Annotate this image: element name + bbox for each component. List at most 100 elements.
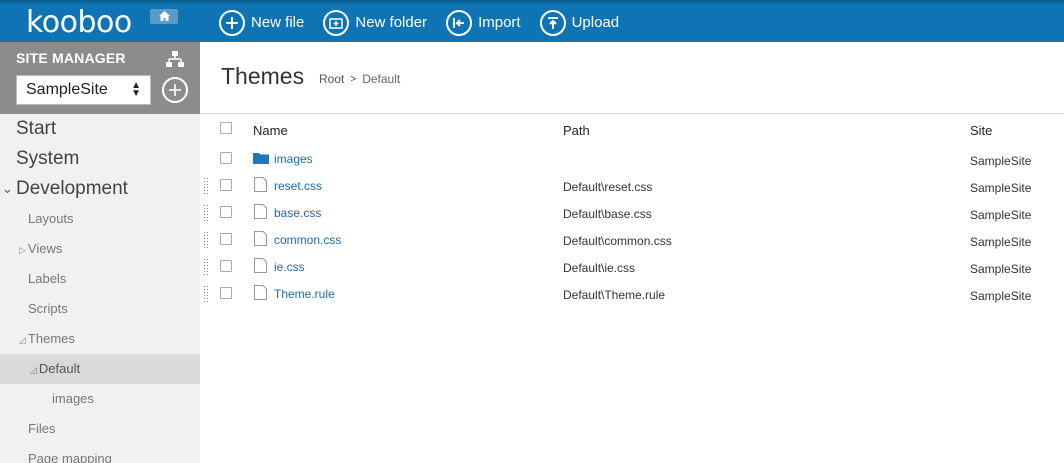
sidebar-item-scripts[interactable]: Scripts <box>0 294 200 324</box>
drag-handle-icon[interactable] <box>204 232 208 248</box>
breadcrumb-current: Default <box>362 72 401 86</box>
table-header-row: Name Path Site <box>200 115 1064 145</box>
chevron-right-icon: > <box>350 73 357 85</box>
sitemap-icon[interactable] <box>166 51 184 72</box>
file-site: SampleSite <box>970 154 1032 168</box>
logo-text: kooboo <box>26 5 132 40</box>
new-file-button[interactable]: New file <box>219 9 304 36</box>
column-header-site[interactable]: Site <box>970 123 992 138</box>
file-path: Default\Theme.rule <box>563 288 666 302</box>
file-name-link[interactable]: images <box>274 152 313 166</box>
upload-label: Upload <box>571 14 620 31</box>
file-path: Default\reset.css <box>563 180 653 194</box>
sidebar-item-layouts[interactable]: Layouts <box>0 204 200 234</box>
header-divider <box>200 113 1064 114</box>
sidebar-item-label: Layouts <box>28 211 74 226</box>
row-checkbox[interactable] <box>220 233 232 245</box>
file-site: SampleSite <box>970 208 1032 222</box>
sidebar-item-start[interactable]: Start <box>0 114 200 144</box>
import-icon <box>446 9 473 36</box>
file-icon <box>254 285 267 300</box>
row-checkbox[interactable] <box>220 206 232 218</box>
sidebar-item-themes[interactable]: ◿ Themes <box>0 324 200 354</box>
site-select-value: SampleSite <box>26 81 108 98</box>
file-path: Default\common.css <box>563 234 672 248</box>
plus-icon <box>219 9 245 36</box>
home-icon[interactable] <box>150 9 178 24</box>
site-select[interactable]: SampleSite ▲ ▼ <box>16 75 151 105</box>
sidebar-item-label: Views <box>27 241 63 256</box>
breadcrumb: Root > Default <box>319 72 400 86</box>
plus-icon <box>169 84 181 96</box>
file-name-link[interactable]: common.css <box>274 233 341 247</box>
sidebar-item-label: Themes <box>27 331 75 346</box>
sidebar-item-label: System <box>16 148 80 169</box>
main-content: Themes Root > Default Name Path Site ima… <box>200 42 1064 463</box>
file-site: SampleSite <box>970 262 1032 276</box>
row-checkbox[interactable] <box>220 260 232 272</box>
sidebar-item-label: Files <box>28 421 56 436</box>
select-all-checkbox[interactable] <box>220 122 232 134</box>
sidebar-item-default[interactable]: ◿ Default <box>0 354 200 384</box>
table-row[interactable]: Theme.rule Default\Theme.rule SampleSite <box>200 280 1064 307</box>
table-row[interactable]: images SampleSite <box>200 145 1064 172</box>
sidebar-nav: Start System ⌄ Development Layouts ▷ Views… <box>0 114 200 463</box>
file-name-link[interactable]: ie.css <box>274 260 305 274</box>
sidebar-item-label: Development <box>16 178 128 199</box>
sidebar-item-views[interactable]: ▷ Views <box>0 234 200 264</box>
file-table: Name Path Site images SampleSite reset.c… <box>200 115 1064 307</box>
row-checkbox[interactable] <box>220 179 232 191</box>
sidebar-item-label: Scripts <box>28 301 68 316</box>
expand-triangle-icon[interactable]: ▷ <box>19 245 26 255</box>
sidebar-item-label: Start <box>16 118 57 139</box>
file-path: Default\ie.css <box>563 261 636 275</box>
collapse-triangle-icon[interactable]: ◿ <box>19 335 26 345</box>
file-path: Default\base.css <box>563 207 652 221</box>
sidebar-item-system[interactable]: System <box>0 144 200 174</box>
page-title: Themes <box>221 63 305 89</box>
site-manager-title: SITE MANAGER <box>16 50 126 66</box>
sidebar-item-label: Page mapping <box>28 451 112 463</box>
sidebar-item-images[interactable]: images <box>0 384 200 414</box>
drag-handle-icon[interactable] <box>204 259 208 275</box>
drag-handle-icon[interactable] <box>204 178 208 194</box>
table-row[interactable]: ie.css Default\ie.css SampleSite <box>200 253 1064 280</box>
import-label: Import <box>478 14 521 31</box>
upload-icon <box>539 9 566 36</box>
site-manager-header: SITE MANAGER SampleSite ▲ ▼ <box>0 42 200 114</box>
file-site: SampleSite <box>970 235 1032 249</box>
sidebar-item-label: images <box>52 391 94 406</box>
logo[interactable]: kooboo <box>0 3 200 42</box>
collapse-triangle-icon[interactable]: ◿ <box>30 365 37 375</box>
file-icon <box>254 258 267 273</box>
file-site: SampleSite <box>970 289 1032 303</box>
file-name-link[interactable]: reset.css <box>274 179 322 193</box>
column-header-name[interactable]: Name <box>253 123 288 138</box>
file-icon <box>254 177 267 192</box>
table-row[interactable]: common.css Default\common.css SampleSite <box>200 226 1064 253</box>
breadcrumb-root[interactable]: Root <box>319 72 344 86</box>
new-folder-label: New folder <box>355 14 428 31</box>
toolbar: New file New folder Import Upload <box>219 3 638 42</box>
import-button[interactable]: Import <box>446 9 521 36</box>
sidebar-item-development[interactable]: ⌄ Development <box>0 174 200 204</box>
row-checkbox[interactable] <box>220 287 232 299</box>
file-site: SampleSite <box>970 181 1032 195</box>
drag-handle-icon[interactable] <box>204 286 208 302</box>
folder-icon <box>253 153 269 164</box>
sidebar-item-labels[interactable]: Labels <box>0 264 200 294</box>
file-name-link[interactable]: Theme.rule <box>274 287 335 301</box>
table-row[interactable]: reset.css Default\reset.css SampleSite <box>200 172 1064 199</box>
sidebar-item-files[interactable]: Files <box>0 414 200 444</box>
new-folder-icon <box>323 9 350 36</box>
new-folder-button[interactable]: New folder <box>323 9 428 36</box>
drag-handle-icon[interactable] <box>204 205 208 221</box>
file-name-link[interactable]: base.css <box>274 206 321 220</box>
column-header-path[interactable]: Path <box>563 123 590 138</box>
upload-button[interactable]: Upload <box>539 9 620 36</box>
select-arrows-icon: ▲ ▼ <box>131 80 141 99</box>
row-checkbox[interactable] <box>220 152 232 164</box>
table-row[interactable]: base.css Default\base.css SampleSite <box>200 199 1064 226</box>
sidebar-item-page-mapping[interactable]: Page mapping <box>0 444 200 463</box>
add-site-button[interactable] <box>162 77 188 103</box>
